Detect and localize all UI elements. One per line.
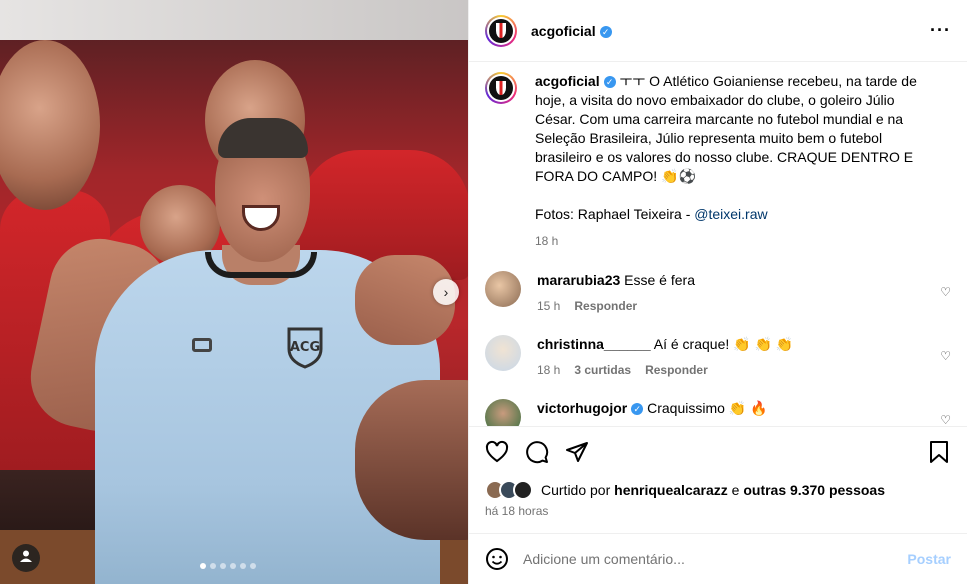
commenter-avatar[interactable] — [485, 399, 521, 426]
comment: victorhugojor ✓ Craquissimo 👏 🔥 ♡ — [485, 399, 951, 426]
more-options-icon[interactable]: ··· — [930, 20, 951, 41]
comment-username[interactable]: victorhugojor — [537, 400, 627, 416]
comment-time[interactable]: 18 h — [537, 363, 560, 377]
comment-likes[interactable]: 3 curtidas — [574, 363, 631, 377]
heart-icon[interactable] — [485, 440, 509, 464]
comment-username[interactable]: mararubia23 — [537, 272, 620, 288]
next-arrow-icon[interactable]: › — [433, 279, 459, 305]
foreground-arm — [355, 380, 468, 540]
verified-icon: ✓ — [599, 25, 612, 38]
likes-mid: e — [727, 482, 744, 498]
post-image[interactable]: ACG › — [0, 0, 468, 584]
caption-prefix: ㅜㅜ — [619, 73, 646, 89]
carousel-dot — [220, 563, 226, 569]
caption-time[interactable]: 18 h — [535, 232, 935, 251]
carousel-dot — [210, 563, 216, 569]
bookmark-icon[interactable] — [927, 440, 951, 464]
heart-icon[interactable]: ♡ — [940, 413, 951, 426]
user-tag-icon[interactable] — [12, 544, 40, 572]
banner-top — [0, 0, 468, 40]
man-hair — [218, 118, 308, 158]
likes-user[interactable]: henriquealcarazz — [614, 482, 728, 498]
verified-icon: ✓ — [631, 403, 644, 416]
author-avatar[interactable] — [485, 72, 517, 104]
club-crest: ACG — [285, 325, 325, 369]
share-icon[interactable] — [565, 440, 589, 464]
carousel-dot — [250, 563, 256, 569]
author-username[interactable]: acgoficial ✓ — [531, 23, 612, 39]
post-age: há 18 horas — [485, 504, 549, 518]
commenter-avatar[interactable] — [485, 271, 521, 307]
add-comment-bar: Adicione um comentário... Postar — [469, 533, 967, 584]
commenter-avatar[interactable] — [485, 335, 521, 371]
comment-text: Aí é craque! 👏 👏 👏 — [653, 336, 794, 352]
comment: mararubia23 Esse é fera 15 h Responder ♡ — [485, 271, 951, 315]
heart-icon[interactable]: ♡ — [940, 285, 951, 299]
reply-button[interactable]: Responder — [645, 363, 708, 377]
post-button[interactable]: Postar — [907, 551, 951, 567]
comment-text: Esse é fera — [624, 272, 695, 288]
comment-input[interactable]: Adicione um comentário... — [523, 551, 685, 567]
caption-username[interactable]: acgoficial — [535, 73, 600, 89]
caption: acgoficial ✓ ㅜㅜ O Atlético Goianiense rec… — [485, 72, 951, 251]
carousel-dot — [240, 563, 246, 569]
liker-avatar — [513, 480, 533, 500]
comment-username[interactable]: christinna______ — [537, 336, 651, 352]
likes-count[interactable]: outras 9.370 pessoas — [743, 482, 885, 498]
comments-area[interactable]: acgoficial ✓ ㅜㅜ O Atlético Goianiense rec… — [469, 62, 967, 426]
likes-prefix: Curtido por — [541, 482, 615, 498]
carousel-indicator — [200, 563, 256, 569]
verified-icon: ✓ — [603, 76, 616, 89]
comment-text: Craquissimo 👏 🔥 — [647, 400, 768, 416]
likes-summary[interactable]: Curtido por henriquealcarazz e outras 9.… — [485, 480, 885, 500]
reply-button[interactable]: Responder — [574, 299, 637, 313]
post-header: acgoficial ✓ ··· — [469, 0, 967, 62]
heart-icon[interactable]: ♡ — [940, 349, 951, 363]
photo-credit-link[interactable]: @teixei.raw — [694, 206, 767, 222]
comment-time[interactable]: 15 h — [537, 299, 560, 313]
post-panel: acgoficial ✓ ··· acgoficial ✓ ㅜㅜ O Atlétic… — [468, 0, 967, 584]
photo-credit: Fotos: Raphael Teixeira - — [535, 206, 695, 222]
kit-brand-logo — [192, 338, 212, 352]
action-bar — [469, 426, 967, 476]
emoji-icon[interactable] — [485, 547, 509, 571]
carousel-dot — [200, 563, 206, 569]
svg-text:ACG: ACG — [290, 340, 320, 355]
comment-icon[interactable] — [525, 440, 549, 464]
caption-text: O Atlético Goianiense recebeu, na tarde … — [535, 73, 917, 184]
comment: christinna______ Aí é craque! 👏 👏 👏 18 h… — [485, 335, 951, 379]
author-avatar[interactable] — [485, 14, 517, 47]
carousel-dot — [230, 563, 236, 569]
